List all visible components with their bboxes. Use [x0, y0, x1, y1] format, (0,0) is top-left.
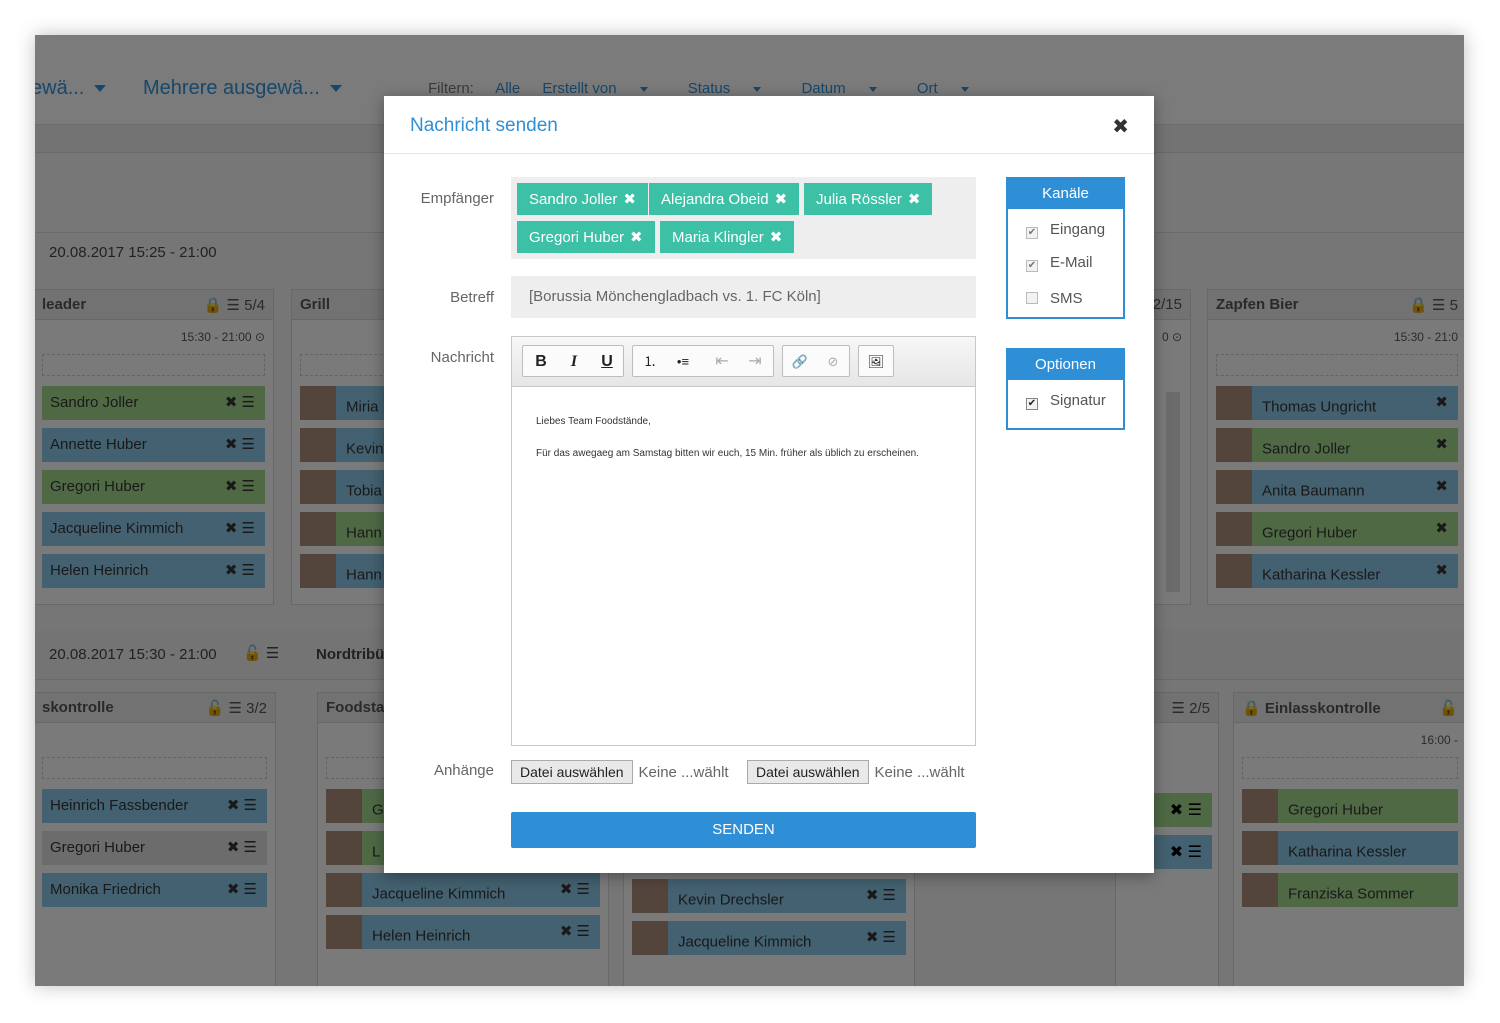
attachments-label: Anhänge — [433, 762, 494, 779]
channel-sms[interactable]: SMS — [1008, 281, 1123, 317]
image-icon[interactable]: 🖼 — [864, 351, 888, 373]
remove-icon[interactable]: ✖ — [770, 229, 783, 246]
message-line: Für das awegaeg am Samstag bitten wir eu… — [536, 448, 919, 459]
recipient-name: Julia Rössler — [816, 191, 902, 208]
send-button[interactable]: SENDEN — [511, 812, 976, 848]
send-message-dialog: Nachricht senden ✖ Empfänger Sandro Joll… — [384, 96, 1154, 873]
file-status: Keine ...wählt — [638, 764, 729, 781]
unlink-icon[interactable]: ⊘ — [821, 351, 845, 373]
indent-icon[interactable]: ⇥ — [743, 351, 767, 373]
recipients-field[interactable]: Sandro Joller ✖ Alejandra Obeid ✖ Julia Rö… — [511, 177, 976, 259]
media-group: 🖼 — [858, 345, 894, 377]
channel-label: E-Mail — [1050, 254, 1093, 271]
remove-icon[interactable]: ✖ — [623, 191, 636, 208]
checkbox-checked-icon[interactable]: ✔ — [1026, 398, 1038, 410]
channel-inbox[interactable]: ✔ Eingang — [1008, 209, 1123, 245]
remove-icon[interactable]: ✖ — [908, 191, 921, 208]
recipient-tag: Maria Klingler ✖ — [660, 221, 795, 253]
remove-icon[interactable]: ✖ — [775, 191, 788, 208]
subject-input[interactable]: [Borussia Mönchengladbach vs. 1. FC Köln… — [511, 276, 976, 318]
channel-email[interactable]: ✔ E-Mail — [1008, 245, 1123, 281]
recipient-name: Sandro Joller — [529, 191, 618, 208]
choose-file-button[interactable]: Datei auswählen — [511, 760, 633, 784]
checkbox-icon[interactable] — [1026, 292, 1038, 304]
message-label: Nachricht — [430, 349, 494, 366]
file-status: Keine ...wählt — [874, 764, 965, 781]
dialog-header: Nachricht senden ✖ — [384, 96, 1154, 154]
link-group: 🔗 ⊘ — [782, 345, 850, 377]
options-panel: Optionen ✔ Signatur — [1006, 348, 1125, 430]
recipient-tag: Alejandra Obeid ✖ — [649, 183, 800, 215]
option-label: Signatur — [1050, 392, 1106, 409]
recipient-name: Alejandra Obeid — [661, 191, 769, 208]
recipient-tag: Julia Rössler ✖ — [804, 183, 933, 215]
file-input-2: Datei auswählen Keine ...wählt — [747, 760, 965, 784]
format-group: B I U — [522, 345, 624, 377]
options-title: Optionen — [1008, 350, 1123, 380]
dialog-title: Nachricht senden — [410, 115, 558, 136]
editor-content[interactable]: Liebes Team Foodstände, Für das awegaeg … — [512, 387, 975, 507]
bullet-list-icon[interactable]: •≡ — [671, 351, 695, 373]
channels-panel: Kanäle ✔ Eingang ✔ E-Mail SMS — [1006, 177, 1125, 319]
subject-label: Betreff — [450, 289, 494, 306]
outdent-icon[interactable]: ⇤ — [710, 351, 734, 373]
remove-icon[interactable]: ✖ — [630, 229, 643, 246]
option-signature[interactable]: ✔ Signatur — [1008, 380, 1123, 428]
message-editor: B I U ⒈ •≡ ⇤ ⇥ 🔗 ⊘ 🖼 Liebes Team Foodstä… — [511, 336, 976, 746]
bold-button[interactable]: B — [529, 351, 553, 373]
channels-title: Kanäle — [1008, 179, 1123, 209]
file-input-1: Datei auswählen Keine ...wählt — [511, 760, 729, 784]
italic-button[interactable]: I — [562, 351, 586, 373]
recipient-tag: Sandro Joller ✖ — [517, 183, 648, 215]
list-group: ⒈ •≡ ⇤ ⇥ — [632, 345, 774, 377]
underline-button[interactable]: U — [595, 351, 619, 373]
choose-file-button[interactable]: Datei auswählen — [747, 760, 869, 784]
recipient-name: Gregori Huber — [529, 229, 625, 246]
message-line: Liebes Team Foodstände, — [536, 416, 651, 427]
channel-label: Eingang — [1050, 221, 1106, 238]
checkbox-checked-icon[interactable]: ✔ — [1026, 260, 1038, 272]
ordered-list-icon[interactable]: ⒈ — [638, 351, 662, 373]
recipient-tag: Gregori Huber ✖ — [517, 221, 655, 253]
recipients-label: Empfänger — [420, 190, 494, 207]
channel-label: SMS — [1050, 290, 1083, 307]
editor-toolbar: B I U ⒈ •≡ ⇤ ⇥ 🔗 ⊘ 🖼 — [512, 337, 975, 387]
checkbox-checked-icon[interactable]: ✔ — [1026, 227, 1038, 239]
recipient-name: Maria Klingler — [672, 229, 764, 246]
link-icon[interactable]: 🔗 — [788, 351, 812, 373]
close-icon[interactable]: ✖ — [1112, 114, 1129, 139]
